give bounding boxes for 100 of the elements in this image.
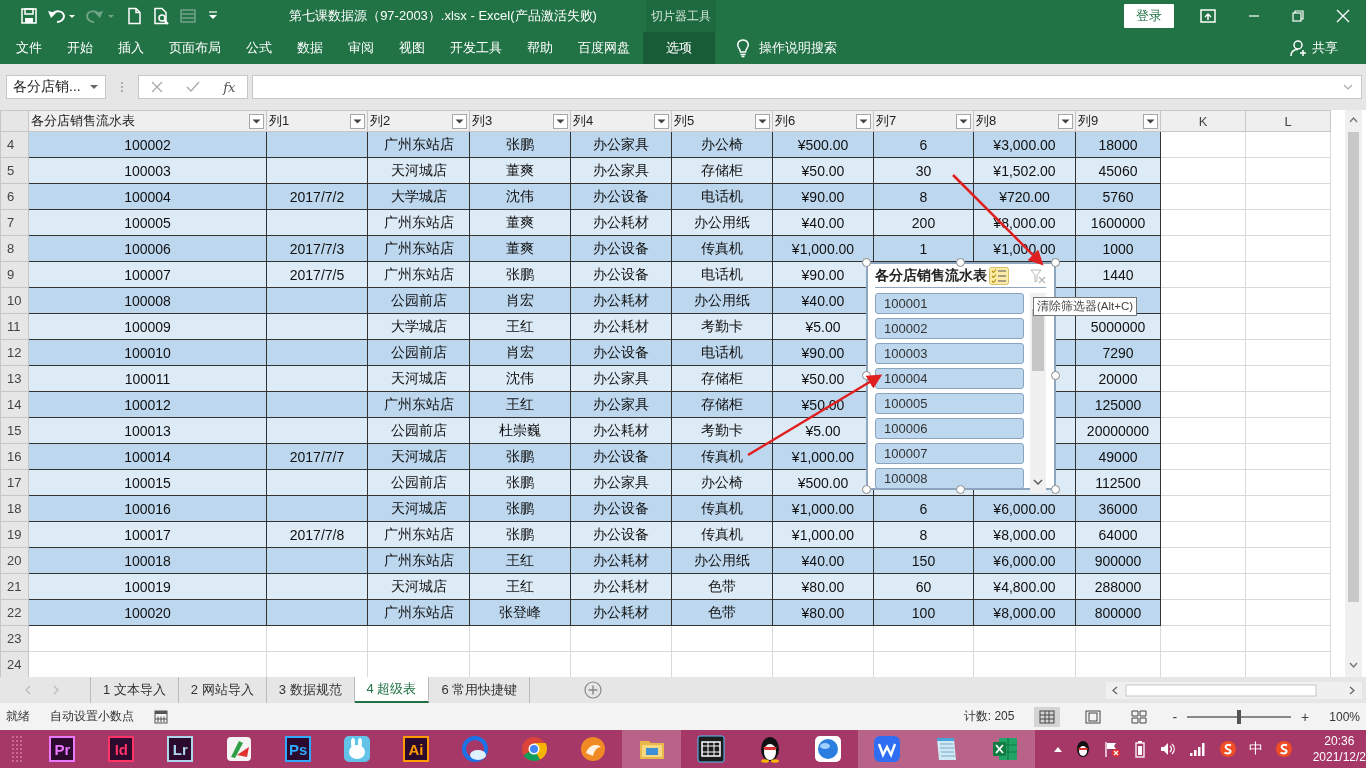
column-header[interactable]: 各分店销售流水表 (28, 110, 267, 132)
row-number[interactable]: 18 (0, 495, 29, 522)
snipping-tool-icon[interactable] (225, 735, 254, 763)
spreadsheet-app-icon[interactable] (991, 735, 1020, 763)
filter-dropdown[interactable] (1143, 113, 1158, 129)
row-number[interactable]: 4 (0, 131, 29, 158)
row-number[interactable]: 8 (0, 235, 29, 262)
app-badge-icon[interactable]: Pr (49, 736, 76, 762)
column-header[interactable]: K (1160, 110, 1246, 132)
filter-dropdown[interactable] (755, 113, 770, 129)
row-number[interactable]: 5 (0, 157, 29, 184)
resize-handle[interactable] (1051, 485, 1060, 494)
row-number[interactable]: 9 (0, 261, 29, 288)
show-hidden-icons[interactable] (1052, 745, 1063, 753)
calculator-icon[interactable] (154, 709, 168, 724)
taskbar-app[interactable]: Id (91, 730, 151, 768)
ribbon-tab[interactable]: 审阅 (336, 32, 386, 64)
column-header[interactable]: 列5 (671, 110, 773, 132)
filter-dropdown[interactable] (249, 113, 264, 129)
network-flag-icon[interactable] (1102, 740, 1121, 758)
input-method-icon[interactable] (1274, 740, 1293, 758)
name-box[interactable]: 各分店销... (6, 75, 106, 99)
row-number[interactable]: 24 (0, 651, 29, 677)
video-editor-icon[interactable] (696, 735, 725, 763)
signal-icon[interactable] (1188, 740, 1207, 758)
row-number[interactable]: 14 (0, 391, 29, 418)
column-header[interactable]: 列6 (772, 110, 874, 132)
slicer-item[interactable]: 100001 (875, 293, 1024, 314)
row-number[interactable]: 22 (0, 599, 29, 626)
row-number[interactable]: 19 (0, 521, 29, 548)
input-language[interactable]: 中 (1248, 740, 1263, 758)
ribbon-tab[interactable]: 开发工具 (438, 32, 514, 64)
zoom-thumb[interactable] (1237, 709, 1242, 724)
vertical-scrollbar[interactable] (1345, 110, 1362, 677)
globe-app-icon[interactable] (814, 735, 843, 763)
row-number[interactable]: 17 (0, 469, 29, 496)
zoom-level[interactable]: 100% (1329, 709, 1360, 724)
save-icon[interactable] (20, 7, 38, 25)
row-number[interactable]: 12 (0, 339, 29, 366)
cloud-browser-icon[interactable] (460, 735, 489, 763)
column-header[interactable]: 列7 (873, 110, 974, 132)
filter-dropdown[interactable] (856, 113, 871, 129)
formula-input[interactable] (252, 75, 1362, 99)
taskbar-app[interactable]: Ps (268, 730, 328, 768)
taskbar-app[interactable]: Lr (150, 730, 210, 768)
column-header[interactable]: 列2 (367, 110, 470, 132)
app-badge-icon[interactable]: Ps (285, 736, 312, 762)
zoom-in-button[interactable]: + (1301, 708, 1310, 725)
add-sheet-icon[interactable] (584, 681, 603, 699)
column-header[interactable]: 列8 (973, 110, 1076, 132)
column-header[interactable]: 列3 (469, 110, 571, 132)
filter-dropdown[interactable] (452, 113, 467, 129)
ribbon-tab[interactable]: 页面布局 (157, 32, 233, 64)
resize-handle[interactable] (956, 485, 965, 494)
column-header[interactable]: 列4 (570, 110, 672, 132)
filter-dropdown[interactable] (654, 113, 669, 129)
chrome-browser-icon[interactable] (519, 735, 548, 763)
app-badge-icon[interactable]: Ai (402, 736, 429, 762)
insert-function-button[interactable]: fx (223, 79, 236, 95)
ribbon-tab[interactable]: 开始 (55, 32, 105, 64)
slicer-item[interactable]: 100007 (875, 443, 1024, 464)
row-number[interactable]: 10 (0, 287, 29, 314)
restore-icon[interactable] (1292, 9, 1304, 23)
filter-dropdown[interactable] (1058, 113, 1073, 129)
zoom-out-button[interactable]: - (1172, 708, 1178, 725)
filter-dropdown[interactable] (350, 113, 365, 129)
resize-handle[interactable] (956, 258, 965, 267)
undo-icon[interactable] (47, 7, 77, 25)
taskbar-app[interactable]: Ai (386, 730, 446, 768)
row-number[interactable]: 23 (0, 625, 29, 652)
wps-office-icon[interactable] (873, 735, 902, 763)
slicer-item[interactable]: 100005 (875, 393, 1024, 414)
slicer-item[interactable]: 100003 (875, 343, 1024, 364)
row-number[interactable]: 20 (0, 547, 29, 574)
row-number[interactable]: 13 (0, 365, 29, 392)
slicer-item[interactable]: 100002 (875, 318, 1024, 339)
app-badge-icon[interactable]: Lr (167, 736, 194, 762)
penguin-icon[interactable] (1074, 740, 1091, 758)
resize-handle[interactable] (862, 485, 871, 494)
login-button[interactable]: 登录 (1124, 4, 1174, 28)
ribbon-display-icon[interactable] (1200, 9, 1216, 23)
lightbulb-icon[interactable] (736, 38, 750, 58)
input-method-icon[interactable] (1218, 740, 1237, 758)
column-header[interactable]: 列1 (266, 110, 368, 132)
rabbit-app-icon[interactable] (343, 735, 372, 763)
row-number[interactable]: 21 (0, 573, 29, 600)
resize-handle[interactable] (862, 258, 871, 267)
document-icon[interactable] (125, 7, 143, 25)
ribbon-tab[interactable]: 视图 (387, 32, 437, 64)
resize-handle[interactable] (1051, 258, 1060, 267)
row-number[interactable]: 11 (0, 313, 29, 340)
share-button[interactable]: 共享 (1284, 38, 1344, 58)
resize-handle[interactable] (862, 371, 871, 380)
column-header[interactable]: 列9 (1075, 110, 1161, 132)
ribbon-tab[interactable]: 公式 (234, 32, 284, 64)
taskbar-app[interactable]: Pr (33, 730, 92, 768)
sheet-tab[interactable]: 4 超级表 (354, 677, 430, 703)
fox-browser-icon[interactable] (578, 735, 607, 763)
print-preview-icon[interactable] (152, 7, 170, 25)
row-number[interactable]: 15 (0, 417, 29, 444)
